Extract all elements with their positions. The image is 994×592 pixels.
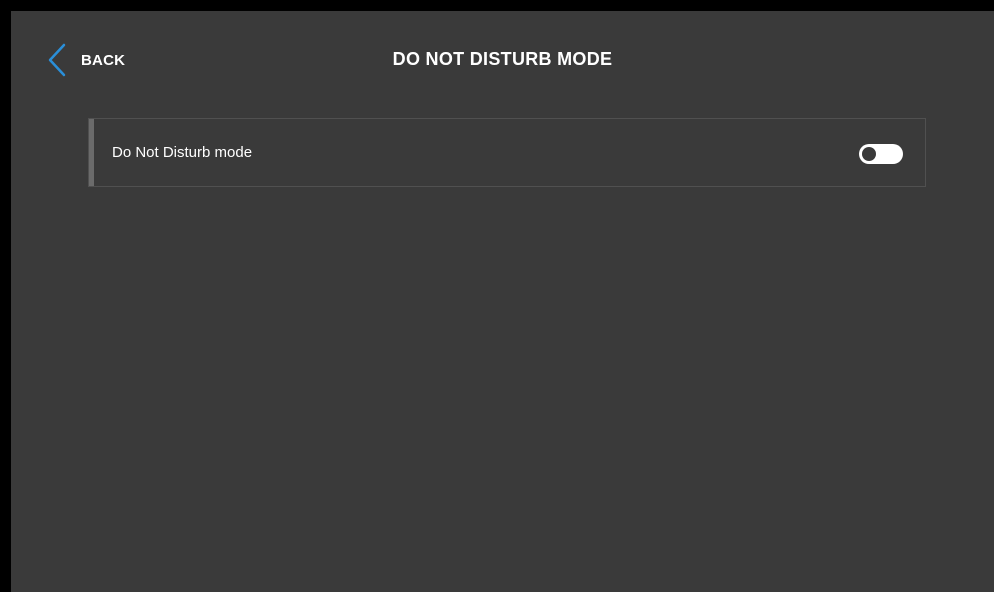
do-not-disturb-toggle[interactable] (859, 144, 903, 164)
page-title: DO NOT DISTURB MODE (392, 49, 613, 69)
setting-row-do-not-disturb: Do Not Disturb mode (88, 118, 926, 187)
row-accent-bar (89, 119, 94, 186)
back-label: BACK (81, 51, 126, 69)
screen: BACK DO NOT DISTURB MODE Do Not Disturb … (11, 11, 994, 592)
chevron-left-icon (48, 43, 66, 77)
toggle-knob (862, 147, 876, 161)
header: BACK DO NOT DISTURB MODE (11, 11, 994, 111)
back-button[interactable]: BACK (47, 43, 125, 77)
setting-label: Do Not Disturb mode (112, 144, 253, 161)
